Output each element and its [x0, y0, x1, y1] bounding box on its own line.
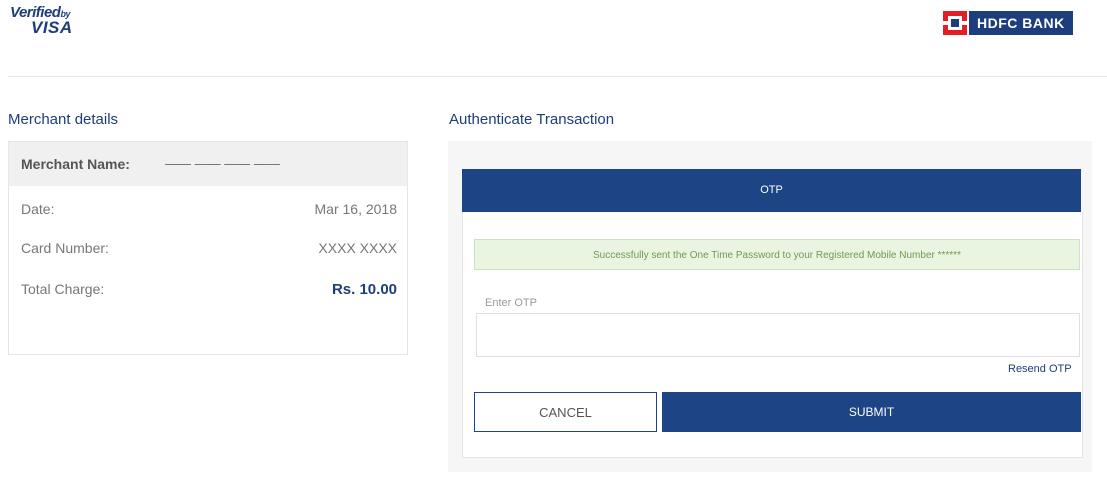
date-label: Date: — [21, 201, 55, 217]
hdfc-logo-icon — [943, 11, 967, 35]
submit-button[interactable]: SUBMIT — [662, 392, 1081, 432]
merchant-details-title: Merchant details — [8, 111, 119, 128]
total-charge-label: Total Charge: — [21, 281, 105, 297]
otp-label: Enter OTP — [485, 297, 537, 309]
date-value: Mar 16, 2018 — [314, 201, 398, 217]
card-number-label: Card Number: — [21, 240, 109, 256]
otp-input[interactable] — [476, 313, 1080, 357]
merchant-name-value: —— —— —— —— — [165, 156, 280, 171]
otp-sent-alert: Successfully sent the One Time Password … — [474, 239, 1080, 270]
visa-text: VISA — [31, 18, 73, 37]
merchant-name-row: Merchant Name: —— —— —— —— — [9, 142, 407, 186]
total-charge-value: Rs. 10.00 — [331, 281, 397, 298]
header-divider — [8, 76, 1107, 77]
date-row: Date: Mar 16, 2018 — [21, 201, 397, 217]
resend-otp-link[interactable]: Resend OTP — [1008, 363, 1072, 375]
authenticate-transaction-title: Authenticate Transaction — [449, 111, 615, 128]
merchant-details-card: Merchant Name: —— —— —— —— Date: Mar 16,… — [8, 141, 408, 355]
bank-name: HDFC BANK — [969, 11, 1073, 35]
card-number-value: XXXX XXXX — [318, 240, 397, 256]
merchant-name-label: Merchant Name: — [21, 156, 130, 172]
card-number-row: Card Number: XXXX XXXX — [21, 240, 397, 256]
verified-by-visa-logo: Verifiedby VISA — [10, 4, 90, 44]
hdfc-bank-logo: HDFC BANK — [943, 11, 1073, 35]
tab-otp[interactable]: OTP — [462, 169, 1081, 212]
total-charge-row: Total Charge: Rs. 10.00 — [21, 281, 397, 298]
cancel-button[interactable]: CANCEL — [474, 392, 657, 432]
